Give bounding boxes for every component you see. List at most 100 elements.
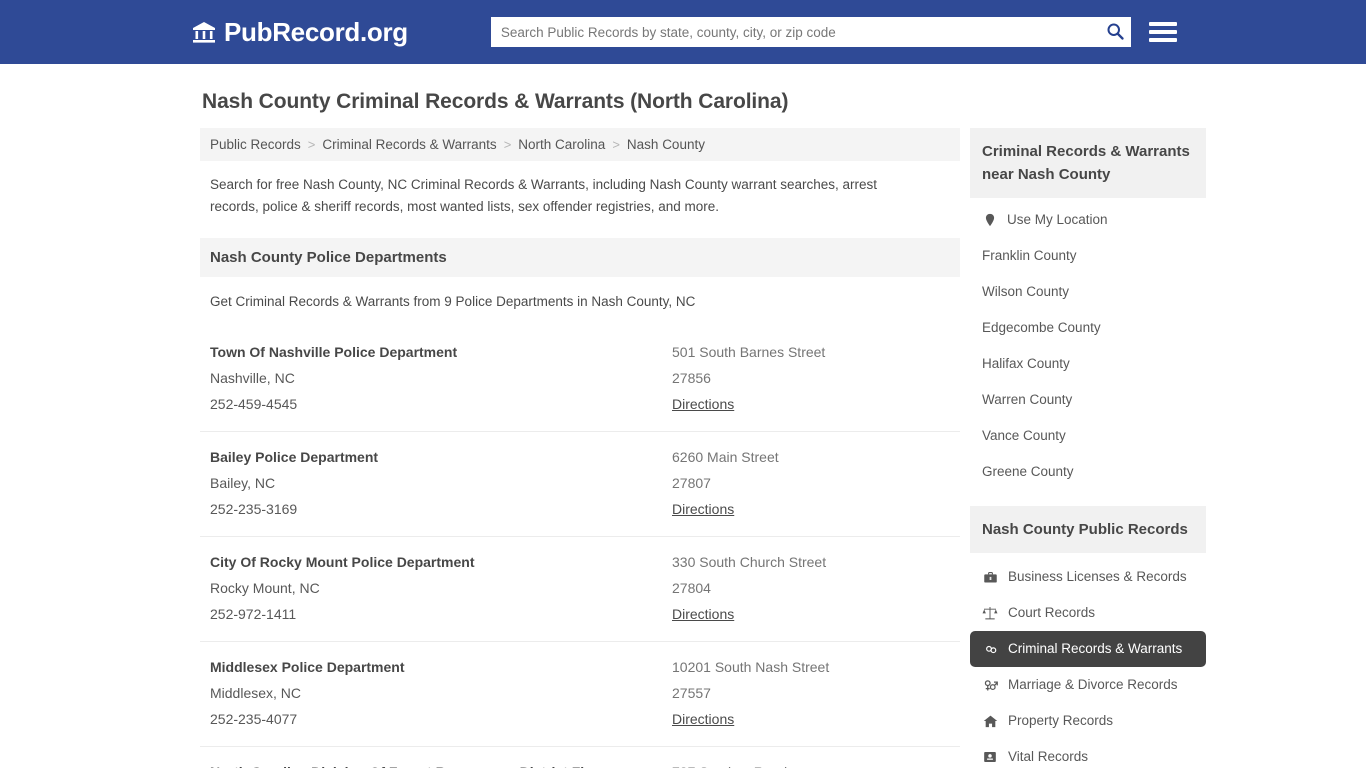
search-icon [1105,21,1125,44]
breadcrumb-item-north-carolina[interactable]: North Carolina [518,137,605,152]
bank-building-icon [192,20,216,44]
main-content: Public Records > Criminal Records & Warr… [200,128,960,768]
breadcrumb: Public Records > Criminal Records & Warr… [200,128,960,161]
sidebar-nearby-item-label: Vance County [982,427,1066,445]
listing-address-info: 330 South Church Street27804Directions [672,549,950,627]
sidebar-nearby-item-franklin-county[interactable]: Franklin County [970,238,1206,274]
sidebar-records-heading: Nash County Public Records [970,506,1206,553]
listing-street: 6260 Main Street [672,444,950,470]
sidebar-nearby-item-label: Use My Location [1007,211,1108,229]
listing-zip: 27557 [672,680,950,706]
sidebar: Criminal Records & Warrants near Nash Co… [970,128,1206,768]
listing-zip: 27856 [672,365,950,391]
listing-address-info: 10201 South Nash Street27557Directions [672,654,950,732]
listing-directions-link[interactable]: Directions [672,391,734,417]
listing-zip: 27804 [672,575,950,601]
listing-city-state: Middlesex, NC [210,680,672,706]
sidebar-nearby-item-label: Warren County [982,391,1072,409]
gender-symbols-icon [982,677,998,693]
breadcrumb-item-criminal-records[interactable]: Criminal Records & Warrants [322,137,496,152]
listing-agency-info: Town Of Nashville Police DepartmentNashv… [210,339,672,417]
scales-of-justice-icon [982,605,998,621]
listing-agency-info: City Of Rocky Mount Police DepartmentRoc… [210,549,672,627]
section-subheading: Get Criminal Records & Warrants from 9 P… [200,277,960,327]
sidebar-nearby-item-halifax-county[interactable]: Halifax County [970,346,1206,382]
sidebar-nearby-item-label: Franklin County [982,247,1077,265]
sidebar-record-item-vital-records[interactable]: Vital Records [970,739,1206,768]
listing-directions-link[interactable]: Directions [672,706,734,732]
search-input[interactable] [491,17,1131,47]
listing-phone: 252-235-4077 [210,706,672,732]
listing-street: 501 South Barnes Street [672,339,950,365]
sidebar-nearby-item-label: Halifax County [982,355,1070,373]
sidebar-nearby-item-greene-county[interactable]: Greene County [970,454,1206,490]
sidebar-record-item-marriage-divorce-records[interactable]: Marriage & Divorce Records [970,667,1206,703]
listing-agency-info: Bailey Police DepartmentBailey, NC252-23… [210,444,672,522]
breadcrumb-separator: > [301,137,323,152]
listing-agency-name[interactable]: Town Of Nashville Police Department [210,339,672,365]
sidebar-nearby-item-label: Greene County [982,463,1074,481]
sidebar-record-item-property-records[interactable]: Property Records [970,703,1206,739]
listing-row: Bailey Police DepartmentBailey, NC252-23… [200,431,960,536]
listing-agency-name[interactable]: City Of Rocky Mount Police Department [210,549,672,575]
listing-row: Middlesex Police DepartmentMiddlesex, NC… [200,641,960,746]
sidebar-record-item-label: Business Licenses & Records [1008,568,1187,586]
listing-phone: 252-235-3169 [210,496,672,522]
listing-agency-name[interactable]: Middlesex Police Department [210,654,672,680]
listing-container: Town Of Nashville Police DepartmentNashv… [200,327,960,768]
listing-zip: 27807 [672,470,950,496]
map-pin-icon [982,212,998,228]
listing-address-info: 737 Smokey Road27804Directions [672,759,950,768]
breadcrumb-item-nash-county: Nash County [627,137,705,152]
search-button[interactable] [1103,20,1127,44]
breadcrumb-separator: > [605,137,627,152]
site-header: PubRecord.org [0,0,1366,64]
listing-phone: 252-459-4545 [210,391,672,417]
sidebar-nearby-heading: Criminal Records & Warrants near Nash Co… [970,128,1206,198]
listing-phone: 252-972-1411 [210,601,672,627]
sidebar-nearby-item-vance-county[interactable]: Vance County [970,418,1206,454]
hamburger-menu-icon[interactable] [1149,20,1177,44]
listing-agency-name[interactable]: Bailey Police Department [210,444,672,470]
sidebar-nearby-item-edgecombe-county[interactable]: Edgecombe County [970,310,1206,346]
listing-city-state: Nashville, NC [210,365,672,391]
listing-agency-name[interactable]: North Carolina Division Of Forest Resour… [210,759,672,768]
content-columns: Public Records > Criminal Records & Warr… [200,128,1166,768]
listing-street: 10201 South Nash Street [672,654,950,680]
listing-directions-link[interactable]: Directions [672,496,734,522]
sidebar-records-list: Business Licenses & Records Court Records… [970,553,1206,768]
sidebar-nearby-list: Use My Location Franklin County Wilson Cou… [970,198,1206,490]
listing-street: 737 Smokey Road [672,759,950,768]
section-heading: Nash County Police Departments [200,238,960,277]
sidebar-record-item-criminal-records-warrants[interactable]: Criminal Records & Warrants [970,631,1206,667]
sidebar-nearby-item-label: Edgecombe County [982,319,1101,337]
sidebar-record-item-court-records[interactable]: Court Records [970,595,1206,631]
site-logo[interactable]: PubRecord.org [192,19,408,45]
site-logo-text: PubRecord.org [224,19,408,45]
listing-city-state: Rocky Mount, NC [210,575,672,601]
listing-address-info: 501 South Barnes Street27856Directions [672,339,950,417]
sidebar-record-item-label: Property Records [1008,712,1113,730]
sidebar-nearby-item-use-my-location[interactable]: Use My Location [970,202,1206,238]
listing-directions-link[interactable]: Directions [672,601,734,627]
breadcrumb-item-public-records[interactable]: Public Records [210,137,301,152]
sidebar-record-item-label: Marriage & Divorce Records [1008,676,1178,694]
sidebar-nearby-item-label: Wilson County [982,283,1069,301]
intro-description: Search for free Nash County, NC Criminal… [200,161,915,226]
house-icon [982,713,998,729]
sidebar-nearby-item-warren-county[interactable]: Warren County [970,382,1206,418]
sidebar-record-item-label: Vital Records [1008,748,1088,766]
sidebar-record-item-label: Court Records [1008,604,1095,622]
listing-address-info: 6260 Main Street27807Directions [672,444,950,522]
listing-city-state: Bailey, NC [210,470,672,496]
handcuffs-icon [982,641,998,657]
listing-row: Town Of Nashville Police DepartmentNashv… [200,327,960,431]
sidebar-nearby-item-wilson-county[interactable]: Wilson County [970,274,1206,310]
listing-agency-info: Middlesex Police DepartmentMiddlesex, NC… [210,654,672,732]
sidebar-record-item-business-licenses-records[interactable]: Business Licenses & Records [970,559,1206,595]
page-title: Nash County Criminal Records & Warrants … [202,90,1166,114]
breadcrumb-separator: > [497,137,519,152]
briefcase-icon [982,569,998,585]
page-body: Nash County Criminal Records & Warrants … [0,64,1366,768]
listing-agency-info: North Carolina Division Of Forest Resour… [210,759,672,768]
